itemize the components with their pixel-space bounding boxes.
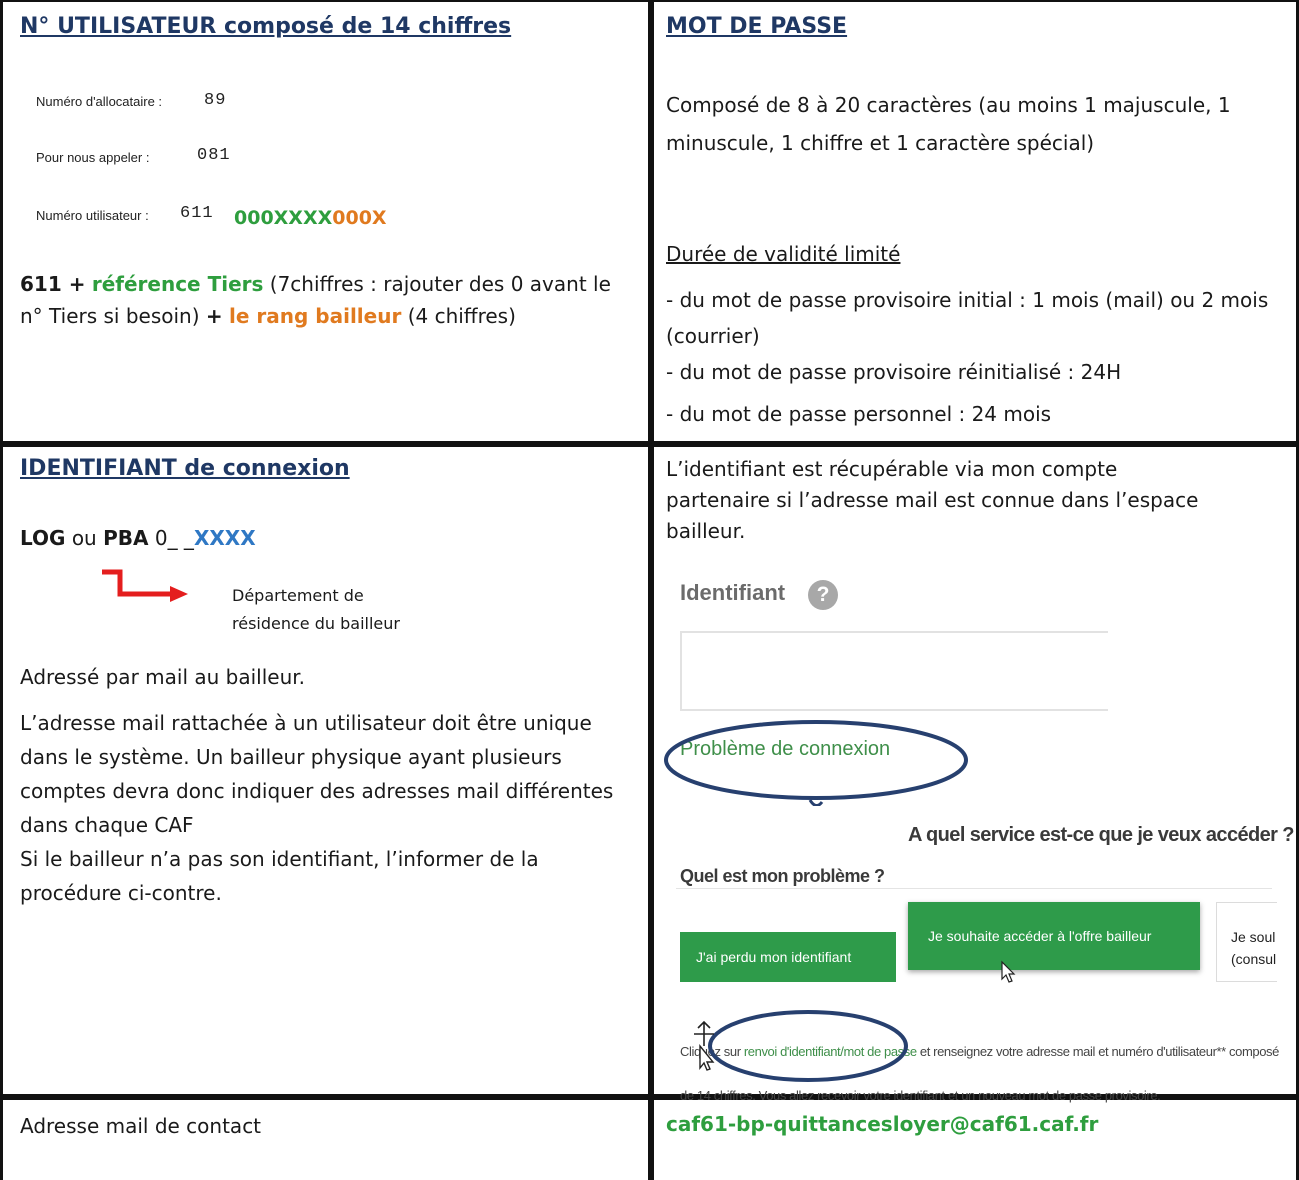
help-icon[interactable]: ?: [808, 580, 838, 610]
alloc-number-label: Numéro d'allocataire :: [36, 94, 163, 109]
user-number-prefix: 611: [180, 204, 214, 223]
login-number-part: XXXX: [193, 526, 256, 550]
recovery-intro: L’identifiant est récupérable via mon co…: [666, 457, 1199, 543]
login-prefix-pba: PBA: [103, 526, 149, 550]
explain-tiers: référence Tiers: [91, 272, 264, 296]
service-question: A quel service est-ce que je veux accéde…: [908, 824, 1294, 846]
explain-prefix: 611 +: [20, 272, 86, 296]
contact-label: Adresse mail de contact: [20, 1114, 262, 1138]
explain-plus: +: [205, 304, 223, 328]
password-heading: MOT DE PASSE: [666, 14, 848, 39]
login-id-heading: IDENTIFIANT de connexion: [20, 456, 350, 481]
help-icon-glyph: ?: [816, 583, 830, 606]
password-validity-line-2: - du mot de passe provisoire réinitialis…: [666, 360, 1122, 384]
alloc-number-value: 89: [204, 91, 227, 110]
dept-note-1: Département de: [232, 586, 364, 605]
partial-card-line-2: (consul: [1231, 951, 1277, 967]
highlight-ellipse-problem: [664, 720, 968, 806]
highlight-ellipse-renvoi: [708, 1010, 908, 1082]
login-prefix-log: LOG: [20, 526, 66, 550]
mouse-pointer-icon: [1001, 960, 1016, 983]
user-number-code: 000XXXX000X: [234, 207, 387, 229]
user-number-heading: N° UTILISATEUR composé de 14 chiffres: [20, 14, 512, 39]
table-border-middle: [648, 0, 654, 1180]
partial-service-card[interactable]: Je soul (consul: [1216, 902, 1277, 982]
login-id-format: LOG ou PBA 0_ _XXXX: [20, 526, 256, 550]
login-line-mail: Adressé par mail au bailleur.: [20, 665, 305, 689]
password-validity-line-1: - du mot de passe provisoire initial : 1…: [666, 288, 1269, 348]
partial-card-line-1: Je soul: [1231, 929, 1276, 945]
password-validity-line-3: - du mot de passe personnel : 24 mois: [666, 402, 1052, 426]
login-dept-placeholder: 0_ _: [154, 526, 194, 550]
dept-note-2: résidence du bailleur: [232, 614, 400, 633]
explain-rang: le rang bailleur: [229, 304, 402, 328]
user-number-explanation: 611 + référence Tiers (7chiffres : rajou…: [20, 268, 630, 332]
identifiant-input[interactable]: [680, 631, 1108, 711]
password-validity-title: Durée de validité limité: [666, 242, 901, 266]
lost-id-button[interactable]: J'ai perdu mon identifiant: [680, 932, 896, 982]
table-border-left: [0, 0, 3, 1180]
code-tiers-part: 000XXXX: [234, 207, 333, 229]
identifiant-label: Identifiant: [680, 580, 786, 605]
lost-id-button-label: J'ai perdu mon identifiant: [696, 949, 852, 965]
problem-question: Quel est mon problème ?: [680, 866, 885, 886]
move-cursor-icon: [694, 1020, 715, 1071]
code-rang-part: 000X: [332, 207, 387, 229]
phone-value: 081: [197, 146, 231, 165]
login-line-unique: L’adresse mail rattachée à un utilisateu…: [20, 711, 614, 837]
login-prefix-or: ou: [71, 526, 97, 550]
offer-bailleur-button-label: Je souhaite accéder à l'offre bailleur: [928, 928, 1152, 944]
login-line-procedure: Si le bailleur n’a pas son identifiant, …: [20, 847, 539, 905]
phone-label: Pour nous appeler :: [36, 150, 150, 165]
offer-bailleur-button[interactable]: Je souhaite accéder à l'offre bailleur: [908, 902, 1200, 970]
password-composition: Composé de 8 à 20 caractères (au moins 1…: [666, 93, 1231, 155]
user-number-label: Numéro utilisateur :: [36, 208, 149, 223]
explain-rang-note: (4 chiffres): [407, 304, 516, 328]
divider-line: [676, 888, 1272, 889]
red-arrow-icon: [102, 569, 188, 602]
contact-email[interactable]: caf61-bp-quittancesloyer@caf61.caf.fr: [666, 1112, 1098, 1136]
instr-part-3: chiffres. Vous allez recevoir votre iden…: [713, 1088, 1161, 1103]
